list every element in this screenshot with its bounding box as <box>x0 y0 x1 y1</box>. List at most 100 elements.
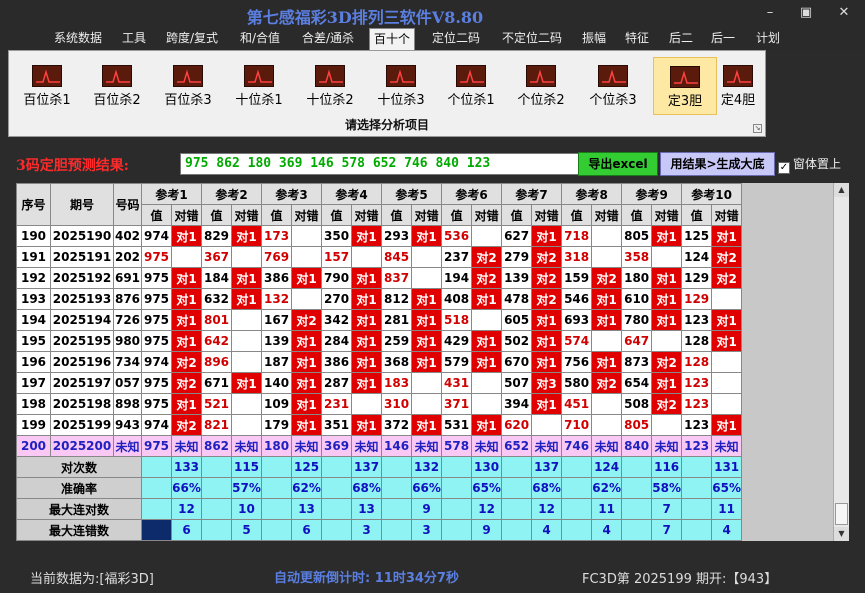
analysis-chart-icon <box>526 65 556 87</box>
ribbon-panel: 定4胆 定3胆 个位杀3 个位杀2 个位杀1 十位杀3 十位杀2 十位杀1 百位杀3 百位杀2 百位… <box>8 50 766 137</box>
analysis-chart-icon <box>244 65 274 87</box>
ribbon-button-3[interactable]: 十位杀1 <box>227 57 291 115</box>
draw-number-cell: 876 <box>113 288 142 310</box>
ref-hit-cell: 对1 <box>411 225 443 247</box>
menu-item-7[interactable]: 不定位二码 <box>498 28 566 50</box>
table-row[interactable]: 194 2025194 726 975 对1 801 167 对2 342 对1 281 对1 518 6… <box>16 309 743 331</box>
ref-value-cell: 139 <box>501 267 533 289</box>
checkbox-check-icon[interactable]: ✓ <box>778 162 790 174</box>
scroll-thumb[interactable] <box>835 503 848 525</box>
menu-item-0[interactable]: 系统数据 <box>50 28 106 50</box>
table-row[interactable]: 198 2025198 898 975 对1 521 109 对1 231 310 371 394 对1… <box>16 393 743 415</box>
value-subheader: 值 <box>381 204 413 226</box>
ref-hit-cell: 对1 <box>531 393 563 415</box>
menu-item-5[interactable]: 百十个 <box>369 28 416 50</box>
ref-header-9: 参考9 <box>621 183 683 205</box>
ref-hit-cell <box>231 393 263 415</box>
stats-spacer-cell <box>381 519 413 541</box>
ref-hit-cell <box>170 246 203 268</box>
analysis-grid: 序号 期号 号码 参考1 参考2 参考3 参考4 参考5 参考6 参考7 参考8 参考9 参考10 值对错… <box>16 183 849 541</box>
ribbon-button-4[interactable]: 十位杀2 <box>298 57 362 115</box>
menu-item-3[interactable]: 和/合值 <box>236 28 284 50</box>
table-row[interactable]: 190 2025190 402 974 对1 829 对1 173 350 对1 293 对1 536 6… <box>16 225 743 247</box>
ribbon-button-5[interactable]: 十位杀3 <box>369 57 433 115</box>
stats-spacer-cell <box>201 477 233 499</box>
table-row[interactable]: 191 2025191 202 975 367 769 157 845 237 对2 279 对2 31… <box>16 246 743 268</box>
ref-hit-cell <box>231 309 263 331</box>
menu-item-10[interactable]: 后二 <box>665 28 697 50</box>
pending-value-cell: 975 <box>141 435 172 457</box>
ref-value-cell: 123 <box>681 309 713 331</box>
menu-item-12[interactable]: 计划 <box>752 28 784 50</box>
ribbon-button-1[interactable]: 百位杀2 <box>85 57 149 115</box>
ref-hit-cell: 对2 <box>170 372 203 394</box>
ribbon-button-7[interactable]: 个位杀2 <box>509 57 573 115</box>
seq-cell: 191 <box>16 246 51 268</box>
table-row[interactable]: 197 2025197 057 975 对2 671 对1 140 对1 287 对1 183 431 5… <box>16 372 743 394</box>
ribbon-button-6[interactable]: 个位杀1 <box>439 57 503 115</box>
table-row[interactable]: 193 2025193 876 975 对1 632 对1 132 270 对1 812 对1 408 对… <box>16 288 743 310</box>
table-row[interactable]: 192 2025192 691 975 对1 184 对1 386 对1 790 对1 837 194 对… <box>16 267 743 289</box>
scroll-down-icon[interactable]: ▼ <box>834 527 849 541</box>
table-row[interactable]: 195 2025195 980 975 对1 642 139 对1 284 对1 259 对1 429 对… <box>16 330 743 352</box>
ref-value-cell: 718 <box>561 225 593 247</box>
pending-row[interactable]: 200 2025200 未知 975 未知 862 未知 180 未知 369 未知 146 未知 578… <box>16 435 743 457</box>
ref-hit-cell <box>231 330 263 352</box>
ref-hit-cell: 对1 <box>351 330 383 352</box>
menu-item-2[interactable]: 跨度/复式 <box>162 28 222 50</box>
stats-label: 对次数 <box>16 456 142 478</box>
pending-value-cell: 578 <box>441 435 473 457</box>
minimize-button[interactable]: – <box>760 4 780 22</box>
ribbon-button-10[interactable]: 定4胆 <box>712 57 764 115</box>
ref-hit-cell: 对1 <box>411 309 443 331</box>
close-button[interactable]: ✕ <box>834 4 854 22</box>
ribbon-expand-icon[interactable]: ↘ <box>753 124 762 133</box>
issue-cell: 2025192 <box>50 267 114 289</box>
export-excel-button[interactable]: 导出excel <box>578 152 658 176</box>
vertical-scrollbar[interactable]: ▲ ▼ <box>833 183 849 541</box>
ref-value-cell: 974 <box>141 414 172 436</box>
ref-value-cell: 627 <box>501 225 533 247</box>
ref-hit-cell: 对1 <box>351 372 383 394</box>
table-row[interactable]: 196 2025196 734 974 对2 896 187 对1 386 对1 368 对1 579 对… <box>16 351 743 373</box>
stats-value-cell: 11 <box>591 498 623 520</box>
ref-value-cell: 187 <box>261 351 293 373</box>
prediction-result-field[interactable]: 975 862 180 369 146 578 652 746 840 123 <box>180 153 582 175</box>
ref-value-cell: 632 <box>201 288 233 310</box>
ref-header-1: 参考1 <box>140 183 203 205</box>
ribbon-button-2[interactable]: 百位杀3 <box>156 57 220 115</box>
ref-hit-cell <box>411 393 443 415</box>
ref-value-cell: 408 <box>441 288 473 310</box>
generate-base-button[interactable]: 用结果>生成大底 <box>660 152 775 176</box>
ribbon-button-8[interactable]: 个位杀3 <box>581 57 645 115</box>
ref-hit-cell <box>291 225 323 247</box>
menu-item-1[interactable]: 工具 <box>118 28 150 50</box>
maximize-button[interactable]: ▣ <box>796 4 816 22</box>
topmost-checkbox[interactable]: ✓ 窗体置上 <box>778 155 841 174</box>
table-row[interactable]: 199 2025199 943 974 对2 821 179 对1 351 对1 372 对1 531 对… <box>16 414 743 436</box>
menu-item-8[interactable]: 振幅 <box>578 28 610 50</box>
ref-hit-cell: 对2 <box>651 351 683 373</box>
menu-item-6[interactable]: 定位二码 <box>428 28 484 50</box>
menu-item-9[interactable]: 特征 <box>621 28 653 50</box>
stats-value-cell: 12 <box>531 498 563 520</box>
ref-hit-cell <box>531 414 563 436</box>
stats-value-cell: 7 <box>651 498 683 520</box>
draw-number-cell: 734 <box>113 351 142 373</box>
ribbon-button-0[interactable]: 百位杀1 <box>15 57 79 115</box>
scroll-up-icon[interactable]: ▲ <box>834 183 849 197</box>
menu-item-4[interactable]: 合差/通杀 <box>298 28 358 50</box>
pending-mark-cell: 未知 <box>411 435 443 457</box>
ref-value-cell: 231 <box>321 393 353 415</box>
value-subheader: 值 <box>501 204 533 226</box>
stats-spacer-cell <box>681 519 713 541</box>
ref-header-7: 参考7 <box>501 183 563 205</box>
ribbon-button-9[interactable]: 定3胆 <box>653 57 717 115</box>
draw-number-cell: 057 <box>113 372 142 394</box>
ref-hit-cell: 对3 <box>531 372 563 394</box>
menu-item-11[interactable]: 后一 <box>707 28 739 50</box>
ref-value-cell: 671 <box>201 372 233 394</box>
stats-value-cell: 9 <box>471 519 503 541</box>
ref-value-cell: 367 <box>201 246 233 268</box>
ref-value-cell: 531 <box>441 414 473 436</box>
